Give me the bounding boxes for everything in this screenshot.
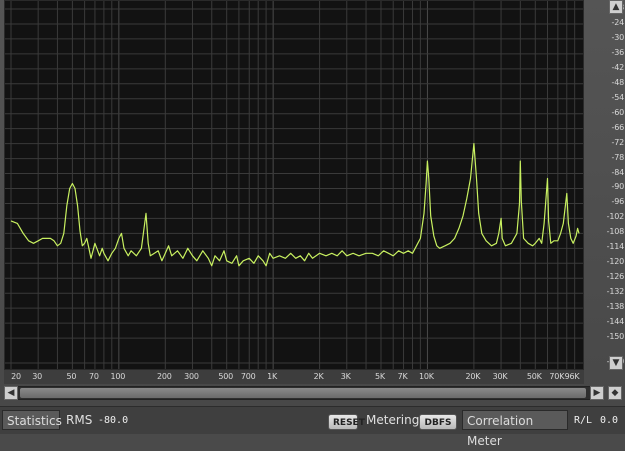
vertical-scroll[interactable]: ▲ ▼ (609, 0, 623, 370)
rms-label: RMS (66, 413, 93, 427)
x-tick-label: 30 (32, 372, 43, 381)
reset-button[interactable]: RESET (328, 414, 365, 430)
rl-label: R/L (574, 415, 593, 426)
scroll-up-icon[interactable]: ▲ (609, 0, 623, 14)
scroll-thumb[interactable] (20, 388, 586, 398)
zoom-toggle-icon[interactable]: ◆ (608, 386, 622, 400)
x-tick-label: 1K (267, 372, 278, 381)
spectrum-plot[interactable] (4, 0, 584, 370)
scroll-right-icon[interactable]: ▶ (590, 386, 604, 400)
x-tick-label: 700 (240, 372, 256, 381)
statistics-label[interactable]: Statistics (2, 410, 62, 430)
x-tick-label: 70K (549, 372, 565, 381)
x-tick-label: 50 (66, 372, 77, 381)
x-tick-label: 2K (313, 372, 324, 381)
x-tick-label: 70 (89, 372, 99, 381)
spectrum-trace (10, 143, 580, 267)
x-tick-label: 200 (156, 372, 172, 381)
x-tick-label: 5K (375, 372, 385, 381)
x-tick-label: 100 (110, 372, 126, 381)
x-tick-label: 300 (184, 372, 199, 381)
x-tick-label: 20K (465, 372, 481, 381)
x-tick-label: 10K (419, 372, 434, 381)
analyzer-window: -18-24-30-36-42-48-54-60-66-72-78-84-90-… (0, 0, 625, 448)
rms-value: -80.0 (98, 415, 129, 426)
x-tick-label: 50K (526, 372, 542, 381)
metering-label: Metering (366, 413, 420, 427)
scroll-down-icon[interactable]: ▼ (609, 356, 623, 370)
x-tick-label: 20 (11, 372, 21, 381)
x-tick-label: 500 (218, 372, 234, 381)
correlation-meter-label[interactable]: Correlation Meter (462, 410, 568, 448)
metering-mode-button[interactable]: DBFS (419, 414, 457, 430)
x-tick-label: 96K (564, 372, 580, 381)
x-tick-label: 7K (397, 372, 408, 381)
spectrum-svg (5, 1, 583, 369)
scroll-left-icon[interactable]: ◀ (4, 386, 18, 400)
x-tick-label: 3K (340, 372, 351, 381)
rl-value: 0.0 (600, 415, 619, 426)
x-tick-label: 30K (492, 372, 508, 381)
